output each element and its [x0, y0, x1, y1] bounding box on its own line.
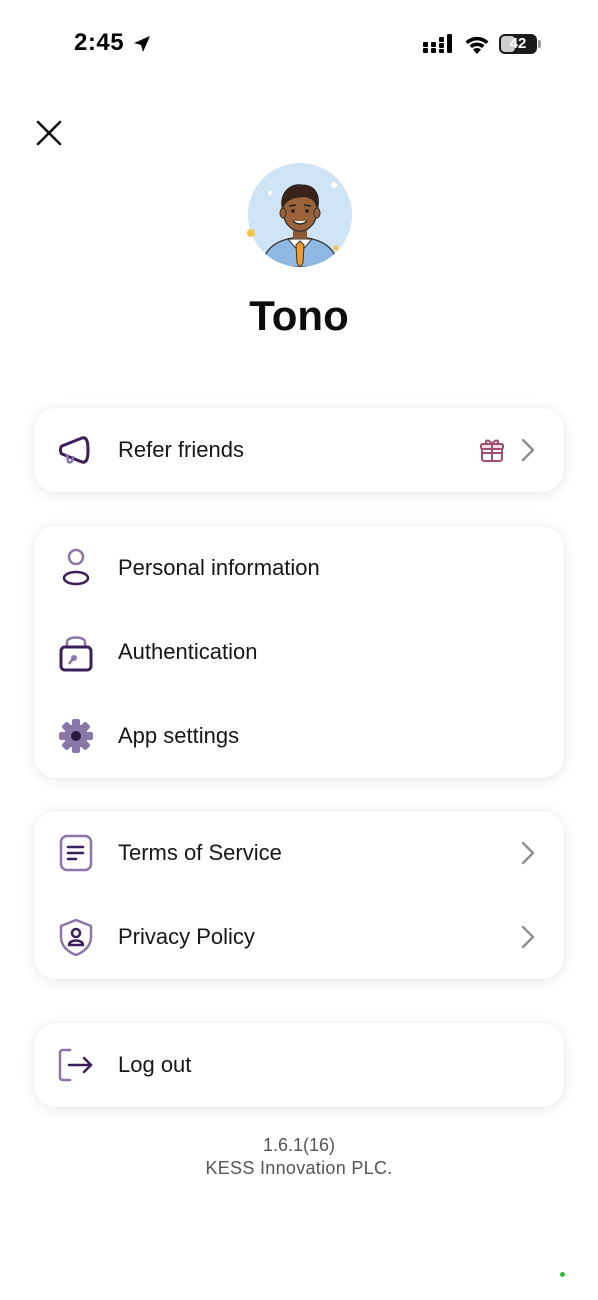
refer-card: Refer friends: [34, 408, 564, 492]
megaphone-icon: [59, 436, 90, 464]
account-card: Personal information Authentication App …: [34, 526, 564, 778]
gear-icon: [59, 719, 93, 753]
refer-friends-row[interactable]: Refer friends: [34, 408, 564, 492]
authentication-row[interactable]: Authentication: [34, 610, 564, 694]
chevron-right-icon: [521, 925, 535, 949]
document-icon: [59, 834, 93, 872]
privacy-policy-row[interactable]: Privacy Policy: [34, 895, 564, 979]
chevron-right-icon: [521, 438, 535, 462]
terms-of-service-row[interactable]: Terms of Service: [34, 811, 564, 895]
wifi-icon: [465, 36, 489, 54]
profile-name: Tono: [249, 292, 349, 339]
app-settings-label: App settings: [118, 723, 240, 748]
log-out-row[interactable]: Log out: [34, 1023, 564, 1107]
status-bar: 2:45 42: [0, 0, 598, 90]
legal-card: Terms of Service Privacy Policy: [34, 811, 564, 979]
lock-icon: [59, 636, 93, 672]
chevron-right-icon: [521, 841, 535, 865]
close-icon[interactable]: [34, 118, 64, 148]
cellular-signal-icon: [423, 34, 452, 53]
battery-indicator: 42: [499, 34, 541, 54]
sparkle-icon: [247, 229, 255, 237]
personal-information-label: Personal information: [118, 555, 320, 580]
log-out-label: Log out: [118, 1052, 192, 1077]
app-settings-row[interactable]: App settings: [34, 694, 564, 778]
location-arrow-icon: [134, 36, 150, 52]
battery-cap: [538, 40, 541, 48]
terms-of-service-label: Terms of Service: [118, 840, 282, 865]
status-time: 2:45: [74, 29, 125, 56]
person-icon: [62, 548, 90, 586]
company-name: KESS Innovation PLC.: [205, 1158, 393, 1178]
gift-icon: [480, 439, 504, 462]
battery-level: 42: [509, 35, 527, 52]
logout-card: Log out: [34, 1023, 564, 1107]
app-version: 1.6.1(16): [262, 1135, 336, 1155]
shield-user-icon: [59, 918, 93, 957]
authentication-label: Authentication: [118, 639, 258, 664]
sparkle-icon: [333, 245, 339, 251]
personal-information-row[interactable]: Personal information: [34, 526, 564, 610]
logout-icon: [58, 1048, 93, 1082]
refer-friends-label: Refer friends: [118, 437, 244, 462]
privacy-indicator-dot: [560, 1272, 565, 1277]
privacy-policy-label: Privacy Policy: [118, 924, 255, 949]
